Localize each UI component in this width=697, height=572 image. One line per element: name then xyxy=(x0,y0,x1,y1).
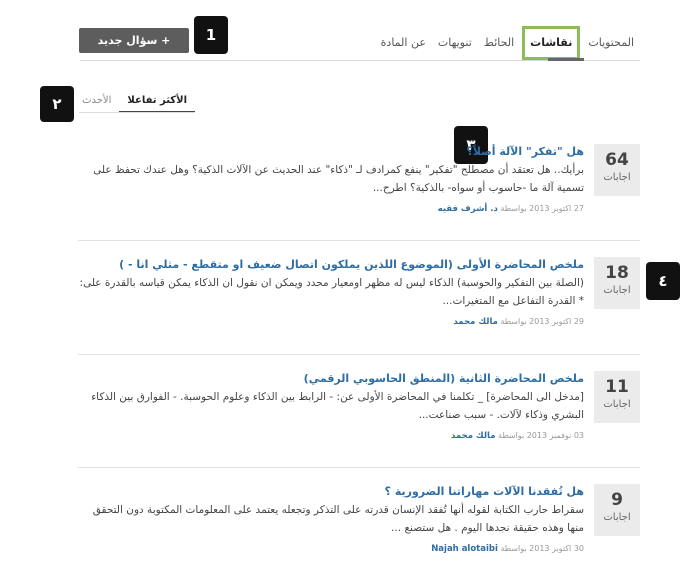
post-date: 29 اكتوبر 2013 بواسطة xyxy=(500,317,584,326)
discussion-meta: 27 اكتوبر 2013 بواسطة د. أشرف فقيه xyxy=(78,204,584,214)
discussion-excerpt: برأيك.. هل تعتقد أن مصطلح "تفكير" ينفع ك… xyxy=(93,164,584,194)
discussion-item: 11 اجابات ملخص المحاضرة الثانية (المنطق … xyxy=(78,371,640,451)
discussion-title[interactable]: ملخص المحاضرة الثانية (المنطق الحاسوبي ا… xyxy=(78,371,584,387)
reply-count-label: اجابات xyxy=(603,285,631,296)
post-date: 03 نوفمبر 2013 بواسطة xyxy=(498,431,584,440)
sort-most-active[interactable]: الأكثر تفاعلا xyxy=(119,88,195,113)
reply-count: 64 xyxy=(605,150,629,170)
tab-about-course[interactable]: عن المادة xyxy=(375,26,432,60)
tab-announcements[interactable]: تنويهات xyxy=(432,26,478,60)
discussion-item: 18 اجابات ملخص المحاضرة الأولى (الموضوع … xyxy=(78,257,640,337)
sort-newest[interactable]: الأحدث xyxy=(74,88,119,113)
discussion-meta: 30 اكتوبر 2013 بواسطة Najah alotaibi xyxy=(78,544,584,554)
marker-2: ٢ xyxy=(40,86,74,122)
discussion-item: 9 اجابات هل تُفقدنا الآلات مهاراتنا الضر… xyxy=(78,484,640,564)
sort-divider xyxy=(79,112,195,113)
reply-count-label: اجابات xyxy=(603,399,631,410)
discussion-meta: 03 نوفمبر 2013 بواسطة مالك محمد xyxy=(78,431,584,441)
author-link[interactable]: Najah alotaibi xyxy=(431,544,498,554)
discussion-title[interactable]: هل "تفكر" الآلة أصلاً؟ xyxy=(78,144,584,160)
post-date: 27 اكتوبر 2013 بواسطة xyxy=(500,204,584,213)
list-divider xyxy=(78,467,640,468)
author-link[interactable]: مالك محمد xyxy=(453,317,498,327)
marker-4: ٤ xyxy=(646,262,680,300)
reply-count-badge: 64 اجابات xyxy=(594,144,640,196)
reply-count: 18 xyxy=(605,263,629,283)
author-link[interactable]: د. أشرف فقيه xyxy=(438,204,498,214)
discussion-item: 64 اجابات هل "تفكر" الآلة أصلاً؟ برأيك..… xyxy=(78,144,640,224)
marker-1: 1 xyxy=(194,16,228,54)
reply-count-badge: 9 اجابات xyxy=(594,484,640,536)
discussion-title[interactable]: هل تُفقدنا الآلات مهاراتنا الضرورية ؟ xyxy=(78,484,584,500)
reply-count-label: اجابات xyxy=(603,172,631,183)
active-tab-indicator xyxy=(548,58,584,61)
post-date: 30 اكتوبر 2013 بواسطة xyxy=(500,544,584,553)
reply-count: 9 xyxy=(611,490,623,510)
discussion-excerpt: (الصلة بين التفكير والحوسبة) الذكاء ليس … xyxy=(79,277,584,307)
list-divider xyxy=(78,240,640,241)
list-divider xyxy=(78,354,640,355)
discussion-meta: 29 اكتوبر 2013 بواسطة مالك محمد xyxy=(78,317,584,327)
reply-count: 11 xyxy=(605,377,629,397)
author-link[interactable]: مالك محمد xyxy=(451,431,496,441)
new-question-button[interactable]: + سؤال جديد xyxy=(79,28,189,53)
reply-count-badge: 18 اجابات xyxy=(594,257,640,309)
discussion-excerpt: سقراط حارب الكتابة لقوله أنها تُفقد الإن… xyxy=(92,504,584,534)
course-nav: المحتويات نقاشات الحائط تنويهات عن الماد… xyxy=(381,26,640,60)
tab-discussions[interactable]: نقاشات xyxy=(522,26,581,60)
tab-contents[interactable]: المحتويات xyxy=(582,26,640,60)
sort-tabs: الأكثر تفاعلا الأحدث xyxy=(79,88,195,113)
discussion-excerpt: [مدخل الى المحاضرة] _ تكلمنا في المحاضرة… xyxy=(91,391,584,421)
reply-count-badge: 11 اجابات xyxy=(594,371,640,423)
reply-count-label: اجابات xyxy=(603,512,631,523)
tab-wall[interactable]: الحائط xyxy=(478,26,520,60)
discussion-title[interactable]: ملخص المحاضرة الأولى (الموضوع اللذين يمل… xyxy=(78,257,584,273)
